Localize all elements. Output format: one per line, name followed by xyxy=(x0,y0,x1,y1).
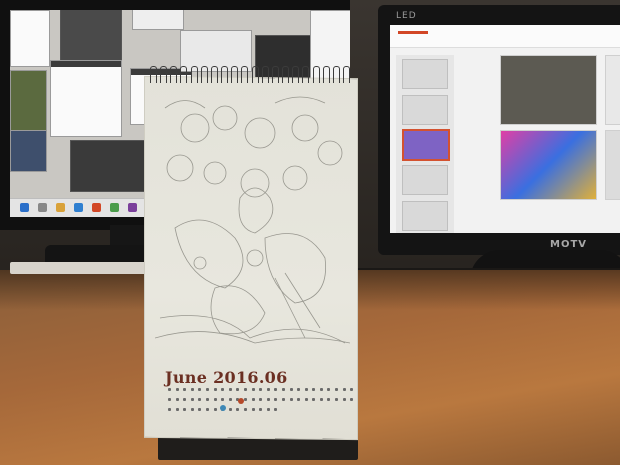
slide-preview xyxy=(605,55,620,125)
slide-thumbnail-pane xyxy=(396,55,454,233)
monitor-brand-top: LED xyxy=(396,11,417,21)
desk-scene: LED MOTV June 2016.06 xyxy=(0,0,620,465)
app-icon xyxy=(38,203,47,212)
slide-preview xyxy=(500,130,597,200)
calendar-weekday-row xyxy=(168,388,354,391)
window-thumbnail xyxy=(10,10,50,67)
presentation-ribbon xyxy=(390,25,620,48)
right-monitor-screen xyxy=(390,25,620,233)
window-thumbnail xyxy=(132,10,184,30)
windows-start-icon xyxy=(20,203,29,212)
app-icon xyxy=(74,203,83,212)
app-icon xyxy=(56,203,65,212)
slide-thumbnail xyxy=(402,165,448,195)
slide-thumbnail xyxy=(402,95,448,125)
calendar-date-marker-blue xyxy=(220,405,226,411)
app-icon xyxy=(92,203,101,212)
slide-thumbnail xyxy=(402,59,448,89)
slide-preview xyxy=(605,130,620,200)
line-art-illustration xyxy=(155,96,350,344)
right-monitor: LED MOTV xyxy=(378,5,620,255)
slide-preview xyxy=(500,55,597,125)
app-icon xyxy=(128,203,137,212)
desk-object xyxy=(10,262,150,274)
slide-thumbnail xyxy=(402,201,448,231)
spiral-binding-icon xyxy=(150,66,350,84)
window-thumbnail xyxy=(50,60,122,137)
window-thumbnail xyxy=(10,70,47,132)
app-icon xyxy=(110,203,119,212)
calendar-day-row xyxy=(168,398,354,401)
calendar-month-title: June 2016.06 xyxy=(165,368,288,387)
calendar-date-marker-red xyxy=(238,398,244,404)
window-thumbnail xyxy=(10,130,47,172)
slide-thumbnail xyxy=(402,129,450,161)
monitor-brand-bottom: MOTV xyxy=(550,239,588,250)
